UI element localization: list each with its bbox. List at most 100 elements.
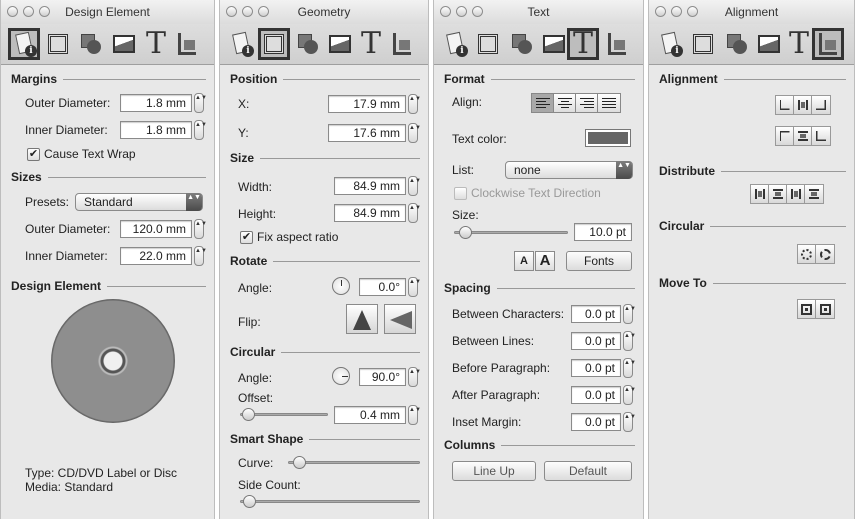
offset-slider[interactable] — [240, 408, 328, 422]
flip-horizontal-button[interactable] — [346, 304, 378, 334]
checkbox-box[interactable]: ✔ — [240, 230, 253, 244]
text-size-field[interactable]: 10.0 pt — [574, 223, 632, 241]
tab-shape[interactable] — [721, 28, 753, 60]
align-center-button[interactable] — [554, 94, 576, 112]
between-lines-field[interactable]: 0.0 pt — [571, 332, 621, 350]
tab-text[interactable]: T — [783, 28, 815, 60]
slider-knob[interactable] — [293, 456, 306, 469]
inset-margin-stepper[interactable]: ▲▼ — [623, 412, 636, 432]
inset-margin-field[interactable]: 0.0 pt — [571, 413, 621, 431]
text-align-control[interactable] — [531, 93, 621, 113]
move-to-back-button[interactable] — [816, 300, 834, 318]
presets-popup[interactable]: Standard ▲▼ — [75, 193, 203, 211]
size-inner-diameter-field[interactable]: 22.0 mm — [120, 247, 192, 265]
list-popup[interactable]: none ▲▼ — [505, 161, 633, 179]
tab-design-element[interactable]: i — [439, 28, 471, 60]
align-left-button[interactable] — [532, 94, 554, 112]
tab-image[interactable] — [324, 28, 356, 60]
tab-image[interactable] — [753, 28, 785, 60]
rotate-angle-stepper[interactable]: ▲▼ — [408, 277, 421, 297]
height-stepper[interactable]: ▲▼ — [408, 203, 421, 223]
offset-field[interactable]: 0.4 mm — [334, 406, 406, 424]
default-button[interactable]: Default — [544, 461, 632, 481]
fonts-button[interactable]: Fonts — [566, 251, 632, 271]
increase-font-size-button[interactable]: A — [535, 251, 555, 271]
cause-text-wrap-checkbox[interactable]: ✔ Cause Text Wrap — [27, 147, 136, 161]
align-right-edges-button[interactable] — [812, 96, 830, 114]
tab-geometry[interactable] — [687, 28, 719, 60]
distribute-centers-horizontal-button[interactable] — [787, 185, 805, 203]
after-paragraph-field[interactable]: 0.0 pt — [571, 386, 621, 404]
tab-shape[interactable] — [75, 28, 107, 60]
clockwise-direction-checkbox[interactable]: Clockwise Text Direction — [454, 186, 601, 200]
slider-knob[interactable] — [243, 495, 256, 508]
y-field[interactable]: 17.6 mm — [328, 124, 406, 142]
tab-shape[interactable] — [506, 28, 538, 60]
y-stepper[interactable]: ▲▼ — [408, 123, 421, 143]
before-paragraph-stepper[interactable]: ▲▼ — [623, 358, 636, 378]
tab-image[interactable] — [108, 28, 140, 60]
align-left-edges-button[interactable] — [776, 96, 794, 114]
x-field[interactable]: 17.9 mm — [328, 95, 406, 113]
tab-text[interactable]: T — [567, 28, 599, 60]
tab-alignment[interactable] — [601, 28, 633, 60]
margin-outer-diameter-stepper[interactable]: ▲▼ — [194, 93, 207, 113]
size-inner-diameter-stepper[interactable]: ▲▼ — [194, 246, 207, 266]
tab-design-element[interactable]: i — [8, 28, 40, 60]
rotate-angle-dial[interactable] — [332, 277, 350, 295]
decrease-font-size-button[interactable]: A — [514, 251, 534, 271]
tab-image[interactable] — [538, 28, 570, 60]
width-field[interactable]: 84.9 mm — [334, 177, 406, 195]
size-outer-diameter-field[interactable]: 120.0 mm — [120, 220, 192, 238]
tab-text[interactable]: T — [355, 28, 387, 60]
tab-geometry[interactable] — [258, 28, 290, 60]
tab-alignment[interactable] — [386, 28, 418, 60]
tab-geometry[interactable] — [472, 28, 504, 60]
circular-angle-stepper[interactable]: ▲▼ — [408, 367, 421, 387]
after-paragraph-stepper[interactable]: ▲▼ — [623, 385, 636, 405]
circular-arrange-button[interactable] — [798, 245, 816, 263]
tab-geometry[interactable] — [42, 28, 74, 60]
distribute-vertical-button[interactable] — [769, 185, 787, 203]
x-stepper[interactable]: ▲▼ — [408, 94, 421, 114]
height-field[interactable]: 84.9 mm — [334, 204, 406, 222]
margin-inner-diameter-stepper[interactable]: ▲▼ — [194, 120, 207, 140]
text-size-slider[interactable] — [454, 226, 568, 240]
offset-stepper[interactable]: ▲▼ — [408, 405, 421, 425]
circular-angle-field[interactable]: 90.0° — [359, 368, 406, 386]
tab-shape[interactable] — [292, 28, 324, 60]
between-characters-stepper[interactable]: ▲▼ — [623, 304, 636, 324]
tab-text[interactable]: T — [140, 28, 172, 60]
text-color-well[interactable] — [585, 129, 631, 147]
tab-alignment[interactable] — [812, 28, 844, 60]
circular-distribute-button[interactable] — [816, 245, 834, 263]
between-characters-field[interactable]: 0.0 pt — [571, 305, 621, 323]
rotate-angle-field[interactable]: 0.0° — [359, 278, 406, 296]
before-paragraph-field[interactable]: 0.0 pt — [571, 359, 621, 377]
distribute-centers-vertical-button[interactable] — [805, 185, 823, 203]
slider-knob[interactable] — [242, 408, 255, 421]
checkbox-box[interactable]: ✔ — [27, 147, 40, 161]
curve-slider[interactable] — [288, 456, 420, 470]
tab-alignment[interactable] — [171, 28, 203, 60]
width-stepper[interactable]: ▲▼ — [408, 176, 421, 196]
margin-inner-diameter-field[interactable]: 1.8 mm — [120, 121, 192, 139]
tab-design-element[interactable]: i — [225, 28, 257, 60]
flip-vertical-button[interactable] — [384, 304, 416, 334]
line-up-button[interactable]: Line Up — [452, 461, 536, 481]
align-bottom-edges-button[interactable] — [812, 127, 830, 145]
move-to-front-button[interactable] — [798, 300, 816, 318]
align-justify-button[interactable] — [598, 94, 620, 112]
circular-angle-dial[interactable] — [332, 367, 350, 385]
align-right-button[interactable] — [576, 94, 598, 112]
fix-aspect-ratio-checkbox[interactable]: ✔ Fix aspect ratio — [240, 230, 338, 244]
size-outer-diameter-stepper[interactable]: ▲▼ — [194, 219, 207, 239]
margin-outer-diameter-field[interactable]: 1.8 mm — [120, 94, 192, 112]
distribute-horizontal-button[interactable] — [751, 185, 769, 203]
slider-knob[interactable] — [459, 226, 472, 239]
align-centers-button[interactable] — [794, 96, 812, 114]
align-middles-button[interactable] — [794, 127, 812, 145]
checkbox-box[interactable] — [454, 186, 467, 200]
side-count-slider[interactable] — [240, 495, 420, 509]
align-top-edges-button[interactable] — [776, 127, 794, 145]
